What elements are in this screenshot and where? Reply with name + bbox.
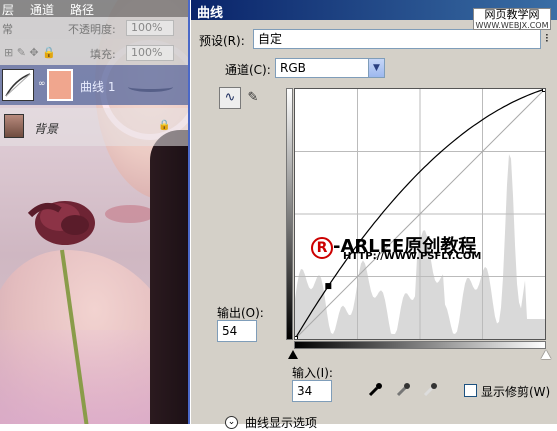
layer-mask-thumbnail[interactable] [47,69,73,101]
curve-point-icon[interactable]: ∿ [219,87,241,109]
dialog-title: 曲线 [197,6,224,21]
opacity-label: 不透明度: [68,23,116,36]
preset-label: 预设(R): [199,34,245,48]
black-point-slider[interactable] [288,350,298,359]
input-label: 输入(I): [292,366,333,380]
output-gradient-bar [286,88,293,340]
fill-label: 填充: [90,48,116,61]
curves-adjustment-icon [2,69,34,101]
output-field[interactable]: 54 [217,320,257,342]
channel-value: RGB [280,61,306,75]
tab-layers[interactable]: 层 [2,1,14,18]
pencil-icon[interactable]: ✎ [243,88,263,108]
eyedropper-black-icon[interactable] [367,381,385,399]
fill-field[interactable]: 100% [126,45,174,61]
eyedropper-white-icon[interactable] [422,381,440,399]
lock-icons[interactable]: ⊞ ✎ ✥ 🔒 [4,46,56,59]
curve-options-label[interactable]: 曲线显示选项 [245,414,317,431]
graph-watermark-url: HTTP://WWW.PSFLY.COM [343,251,482,262]
background-thumbnail [4,114,24,138]
chevron-down-icon[interactable]: ▼ [368,59,384,77]
layer-name-background[interactable]: 背景 [34,120,58,137]
site-watermark: 网页教学网 WWW.WEBJX.COM [473,8,551,30]
show-clipping-checkbox[interactable] [464,384,477,397]
channel-select[interactable]: RGB ▼ [275,58,385,78]
eyedropper-gray-icon[interactable] [395,381,413,399]
layer-name-curves[interactable]: 曲线 1 [80,78,115,95]
curves-dialog: 曲线 网页教学网 WWW.WEBJX.COM 预设(R): 自定 ⁝ 通道(C)… [191,0,557,430]
photo-canvas: 层 通道 路径 常 不透明度: 100% ⊞ ✎ ✥ 🔒 填充: 100% ∞ … [0,0,190,424]
curves-chart[interactable] [292,86,548,342]
fill-row: ⊞ ✎ ✥ 🔒 填充: 100% [0,39,190,65]
blend-mode-label[interactable]: 常 [2,21,13,37]
preset-options-icon[interactable]: ⁝ [545,31,549,45]
curve-control-point [325,283,332,290]
layers-panel-tabs: 层 通道 路径 [0,0,190,17]
photo-hair [150,130,190,424]
preset-select[interactable]: 自定 [253,29,541,49]
input-gradient-bar [294,341,546,349]
lock-icon: 🔒 [158,120,171,131]
photo-lips [105,205,155,223]
preset-value: 自定 [258,32,283,46]
channel-label: 通道(C): [225,63,271,77]
white-point-slider[interactable] [541,350,551,359]
layer-row-curves[interactable]: ∞ 曲线 1 [0,65,190,105]
curve-control-point [542,86,548,92]
show-clipping-label[interactable]: 显示修剪(W) [481,383,550,400]
chevron-down-icon[interactable]: ⌄ [225,416,238,429]
curve-control-point [292,336,298,342]
registered-mark: R [311,237,333,259]
layer-row-background[interactable]: 背景 🔒 [0,108,190,146]
tab-paths[interactable]: 路径 [70,1,94,18]
opacity-field[interactable]: 100% [126,20,174,36]
tab-channels[interactable]: 通道 [30,1,54,18]
watermark-url: WWW.WEBJX.COM [475,21,549,30]
watermark-title: 网页教学网 [484,8,540,21]
curves-graph[interactable] [292,86,548,342]
link-icon[interactable]: ∞ [38,79,46,89]
rose-flower [27,201,95,245]
blend-row: 常 不透明度: 100% [0,17,190,39]
window-border [188,0,190,424]
input-field[interactable]: 34 [292,380,332,402]
output-label: 输出(O): [217,306,264,320]
